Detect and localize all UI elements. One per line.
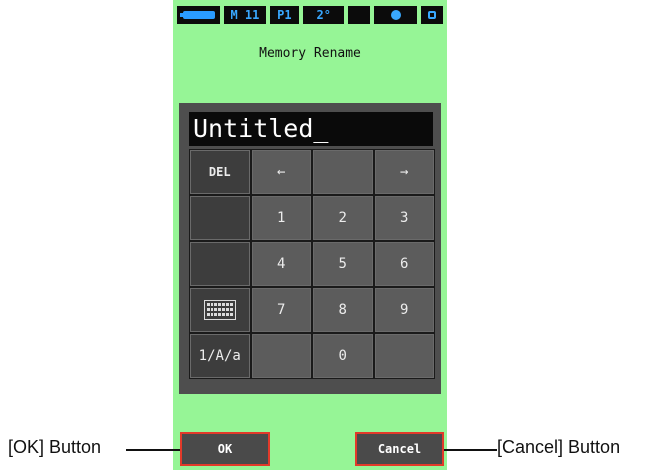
input-mode-key[interactable]: 1/A/a (190, 334, 250, 378)
memory-number: M 11 (224, 5, 266, 24)
key-1[interactable]: 1 (251, 196, 311, 240)
name-input[interactable]: Untitled_ (189, 112, 433, 146)
key-2[interactable]: 2 (313, 196, 373, 240)
blank-key (313, 150, 373, 194)
cursor-left-key[interactable]: ← (251, 150, 311, 194)
rename-panel: Untitled_ DEL ← → 1 2 3 4 5 6 7 8 9 1/A/… (179, 103, 441, 394)
blank-side-key (190, 242, 250, 286)
key-0[interactable]: 0 (313, 334, 373, 378)
program-indicator: P1 (269, 5, 300, 24)
battery-icon (179, 10, 215, 19)
keyboard-toggle-key[interactable] (190, 288, 250, 332)
cancel-leader-line (444, 449, 497, 451)
key-4[interactable]: 4 (251, 242, 311, 286)
angle-indicator: 2° (303, 5, 345, 24)
ok-button[interactable]: OK (180, 432, 270, 466)
lock-icon (428, 10, 437, 19)
blank-key (374, 334, 434, 378)
battery-indicator (177, 5, 221, 24)
ok-button-callout: [OK] Button (8, 437, 102, 457)
blank-key (251, 334, 311, 378)
keypad: DEL ← → 1 2 3 4 5 6 7 8 9 1/A/a 0 (189, 149, 435, 379)
lock-indicator (421, 5, 443, 24)
blank-side-key (190, 196, 250, 240)
key-5[interactable]: 5 (313, 242, 373, 286)
key-9[interactable]: 9 (374, 288, 434, 332)
key-8[interactable]: 8 (313, 288, 373, 332)
key-7[interactable]: 7 (251, 288, 311, 332)
device-screen: M 11 P1 2° Memory Rename Untitled_ DEL ←… (173, 0, 447, 470)
key-6[interactable]: 6 (374, 242, 434, 286)
page-title: Memory Rename (259, 46, 361, 61)
status-bar: M 11 P1 2° (177, 3, 443, 26)
sensor-indicator (374, 5, 418, 24)
cursor-right-key[interactable]: → (374, 150, 434, 194)
blank-indicator (348, 5, 371, 24)
cancel-button[interactable]: Cancel (355, 432, 444, 466)
keyboard-icon (203, 300, 236, 320)
delete-key[interactable]: DEL (190, 150, 250, 194)
cancel-button-callout: [Cancel] Button (497, 437, 621, 457)
key-3[interactable]: 3 (374, 196, 434, 240)
sensor-icon (390, 9, 401, 20)
ok-leader-line (126, 449, 180, 451)
